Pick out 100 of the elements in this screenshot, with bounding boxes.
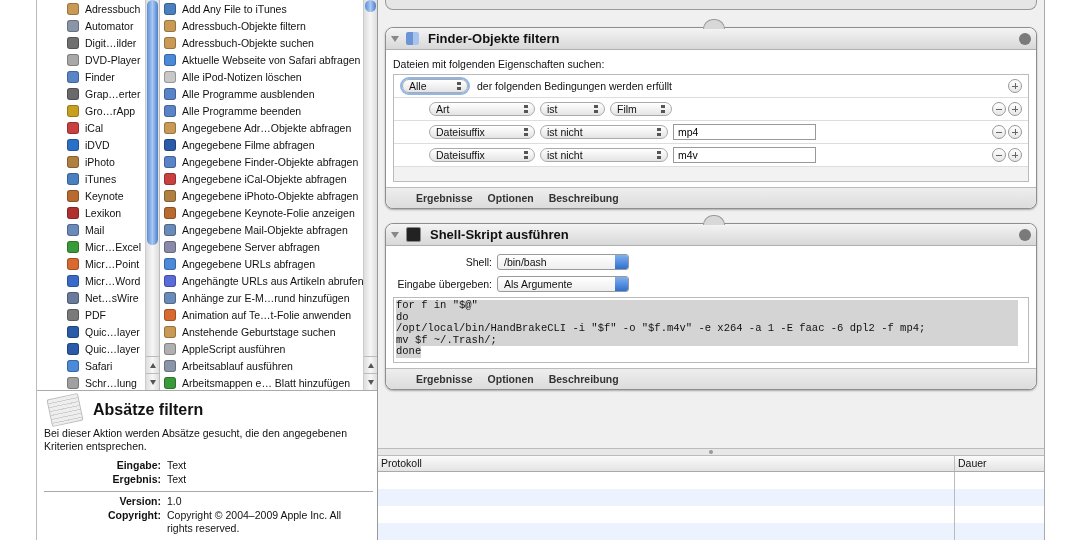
popup-button[interactable]: ist bbox=[540, 102, 605, 116]
add-icon[interactable] bbox=[1008, 148, 1022, 162]
list-item[interactable]: AppleScript ausführen bbox=[164, 340, 363, 357]
scrollbar[interactable] bbox=[145, 0, 159, 390]
list-item[interactable]: iTunes bbox=[37, 170, 145, 187]
list-item[interactable]: Angegebene URLs abfragen bbox=[164, 255, 363, 272]
popup-button[interactable]: /bin/bash bbox=[497, 254, 629, 270]
remove-icon[interactable] bbox=[992, 148, 1006, 162]
list-item[interactable]: Micr…Excel bbox=[37, 238, 145, 255]
list-item[interactable]: Safari bbox=[37, 357, 145, 374]
card-tab[interactable]: Optionen bbox=[487, 192, 534, 204]
popup-button[interactable]: Dateisuffix bbox=[429, 148, 535, 162]
list-item[interactable]: PDF bbox=[37, 306, 145, 323]
list-item[interactable]: Angegebene Server abfragen bbox=[164, 238, 363, 255]
list-item[interactable]: DVD-Player bbox=[37, 51, 145, 68]
card-tab[interactable]: Optionen bbox=[487, 373, 534, 385]
disclosure-triangle-icon[interactable] bbox=[391, 231, 399, 238]
popup-button[interactable]: Film bbox=[610, 102, 672, 116]
list-item[interactable]: iPhoto bbox=[37, 153, 145, 170]
popup-button[interactable]: Dateisuffix bbox=[429, 125, 535, 139]
list-item[interactable]: Schr…lung bbox=[37, 374, 145, 390]
scrollbar[interactable] bbox=[363, 0, 377, 390]
list-item[interactable]: Micr…Word bbox=[37, 272, 145, 289]
input-field[interactable]: mp4 bbox=[673, 124, 816, 140]
popup-button[interactable]: Alle bbox=[402, 79, 468, 93]
code-editor[interactable]: for f in "$@" do /opt/local/bin/HandBrakeCLI -i "$f" -o "$f.m4v" -e x264 -a 1 -E faac -6 dpl2 -f mp4; mv $f ~/.Trash/; done bbox=[393, 297, 1029, 363]
split-handle[interactable] bbox=[378, 448, 1044, 456]
scroll-thumb[interactable] bbox=[365, 0, 376, 12]
list-item[interactable]: Finder bbox=[37, 68, 145, 85]
field-value: Copyright © 2004–2009 Apple Inc. All rights reserved. bbox=[167, 509, 343, 535]
terminal-icon bbox=[406, 227, 421, 242]
list-item[interactable]: Micr…Point bbox=[37, 255, 145, 272]
field-label: Shell: bbox=[464, 256, 492, 268]
list-item[interactable]: Grap…erter bbox=[37, 85, 145, 102]
list-item[interactable]: Animation auf Te…t-Folie anwenden bbox=[164, 306, 363, 323]
scroll-down-icon[interactable] bbox=[367, 379, 374, 385]
list-item[interactable]: Automator bbox=[37, 17, 145, 34]
field-label: Ergebnis: bbox=[111, 473, 161, 486]
list-item[interactable]: Angegebene Finder-Objekte abfragen bbox=[164, 153, 363, 170]
add-icon[interactable] bbox=[1008, 125, 1022, 139]
popup-button[interactable]: ist nicht bbox=[540, 148, 668, 162]
list-item[interactable]: Add Any File to iTunes bbox=[164, 0, 363, 17]
list-item[interactable]: Alle Programme beenden bbox=[164, 102, 363, 119]
card-title: Shell-Skript ausführen bbox=[430, 227, 570, 242]
add-icon[interactable] bbox=[1008, 79, 1022, 93]
field-label: Eingabe: bbox=[115, 459, 161, 472]
list-item[interactable]: iCal bbox=[37, 119, 145, 136]
list-item[interactable]: Mail bbox=[37, 221, 145, 238]
field-value: Text bbox=[167, 473, 188, 486]
column-header[interactable]: Protokoll bbox=[378, 456, 955, 471]
list-item[interactable]: Keynote bbox=[37, 187, 145, 204]
list-item[interactable]: Adressbuch-Objekte filtern bbox=[164, 17, 363, 34]
field-label: Copyright: bbox=[106, 509, 161, 523]
scroll-thumb[interactable] bbox=[147, 0, 158, 245]
list-item[interactable]: Angegebene iPhoto-Objekte abfragen bbox=[164, 187, 363, 204]
popup-button[interactable]: Art bbox=[429, 102, 535, 116]
field-value: 1.0 bbox=[167, 495, 183, 508]
list-item[interactable]: Digit…ilder bbox=[37, 34, 145, 51]
list-item[interactable]: Alle Programme ausblenden bbox=[164, 85, 363, 102]
field-value: Text bbox=[167, 459, 188, 472]
field-label: Version: bbox=[118, 495, 161, 508]
add-icon[interactable] bbox=[1008, 102, 1022, 116]
list-item[interactable]: Adressbuch-Objekte suchen bbox=[164, 34, 363, 51]
list-item[interactable]: Angegebene Adr…Objekte abfragen bbox=[164, 119, 363, 136]
column-header[interactable]: Dauer bbox=[955, 456, 1023, 471]
card-tab[interactable]: Beschreibung bbox=[548, 192, 619, 204]
condition-text: der folgenden Bedingungen werden erfüllt bbox=[477, 80, 672, 92]
remove-icon[interactable] bbox=[992, 125, 1006, 139]
card-tab[interactable]: Ergebnisse bbox=[416, 373, 473, 385]
card-tab[interactable]: Ergebnisse bbox=[416, 192, 473, 204]
list-item[interactable]: Gro…rApp bbox=[37, 102, 145, 119]
list-item[interactable]: Angegebene Keynote-Folie anzeigen bbox=[164, 204, 363, 221]
field-label: Eingabe übergeben: bbox=[396, 278, 492, 290]
list-item[interactable]: Angegebene Filme abfragen bbox=[164, 136, 363, 153]
list-item[interactable]: Arbeitsablauf ausführen bbox=[164, 357, 363, 374]
instruction-text: Dateien mit folgenden Eigenschaften suchen: bbox=[393, 58, 606, 70]
finder-icon bbox=[406, 32, 419, 45]
list-item[interactable]: Angegebene iCal-Objekte abfragen bbox=[164, 170, 363, 187]
list-item[interactable]: Adressbuch bbox=[37, 0, 145, 17]
list-item[interactable]: Angegebene Mail-Objekte abfragen bbox=[164, 221, 363, 238]
card-title: Finder-Objekte filtern bbox=[428, 31, 561, 46]
list-item[interactable]: Net…sWire bbox=[37, 289, 145, 306]
list-item[interactable]: Alle iPod-Notizen löschen bbox=[164, 68, 363, 85]
list-item[interactable]: Angehängte URLs aus Artikeln abrufen bbox=[164, 272, 363, 289]
card-tab[interactable]: Beschreibung bbox=[548, 373, 619, 385]
popup-button[interactable]: ist nicht bbox=[540, 125, 668, 139]
list-item[interactable]: Quic…layer bbox=[37, 323, 145, 340]
disclosure-triangle-icon[interactable] bbox=[391, 35, 399, 42]
list-item[interactable]: Anhänge zur E-M…rund hinzufügen bbox=[164, 289, 363, 306]
list-item[interactable]: Quic…layer bbox=[37, 340, 145, 357]
list-item[interactable]: Lexikon bbox=[37, 204, 145, 221]
list-item[interactable]: iDVD bbox=[37, 136, 145, 153]
scroll-up-icon[interactable] bbox=[367, 362, 374, 368]
list-item[interactable]: Aktuelle Webseite von Safari abfragen bbox=[164, 51, 363, 68]
popup-button[interactable]: Als Argumente bbox=[497, 276, 629, 292]
input-field[interactable]: m4v bbox=[673, 147, 816, 163]
action-title: Absätze filtern bbox=[93, 401, 204, 419]
list-item[interactable]: Anstehende Geburtstage suchen bbox=[164, 323, 363, 340]
remove-icon[interactable] bbox=[992, 102, 1006, 116]
list-item[interactable]: Arbeitsmappen e… Blatt hinzufügen bbox=[164, 374, 363, 390]
